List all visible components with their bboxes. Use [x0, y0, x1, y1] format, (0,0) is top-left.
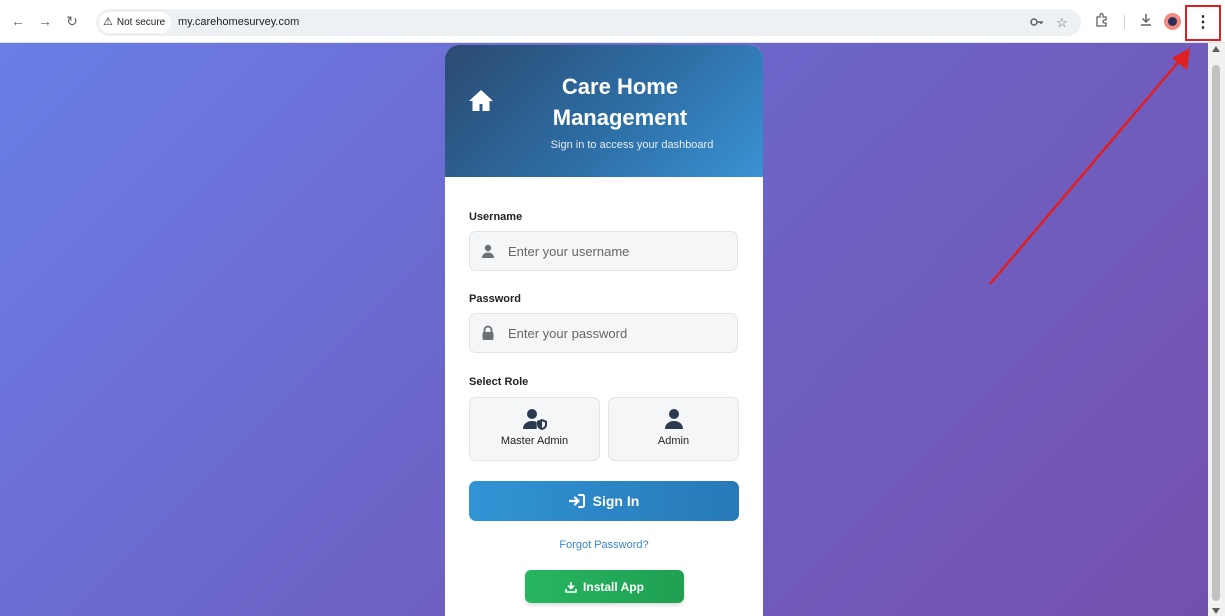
password-field[interactable] — [469, 313, 738, 353]
star-icon[interactable]: ☆ — [1053, 14, 1071, 32]
sign-in-label: Sign In — [592, 493, 640, 509]
scroll-up-arrow-icon[interactable] — [1212, 46, 1220, 52]
security-chip[interactable]: ⚠ Not secure — [99, 12, 172, 33]
page-scrollbar[interactable] — [1208, 43, 1225, 616]
role-option-admin[interactable]: Admin — [608, 397, 739, 461]
annotation-highlight-box — [1185, 5, 1221, 41]
scroll-down-arrow-icon[interactable] — [1212, 608, 1220, 614]
warning-icon: ⚠ — [103, 16, 113, 28]
user-icon — [664, 409, 683, 429]
role-option-label: Master Admin — [500, 435, 569, 447]
download-icon[interactable] — [1136, 12, 1156, 32]
security-label: Not secure — [116, 17, 166, 28]
user-icon — [482, 244, 494, 258]
user-shield-icon — [522, 409, 547, 430]
arrow-right-icon[interactable]: → — [36, 12, 54, 30]
install-app-button[interactable]: Install App — [525, 570, 684, 603]
username-label: Username — [469, 211, 523, 223]
scrollbar-thumb[interactable] — [1212, 65, 1220, 601]
sign-in-button[interactable]: Sign In — [469, 481, 739, 521]
url-text[interactable]: my.carehomesurvey.com — [178, 9, 299, 36]
address-bar[interactable]: ⚠ Not secure my.carehomesurvey.com ☆ — [96, 9, 1081, 36]
page-title: Care Home Management — [552, 74, 688, 130]
username-input[interactable] — [506, 232, 731, 270]
profile-avatar[interactable] — [1164, 13, 1181, 30]
sign-in-icon — [568, 494, 585, 508]
role-option-label: Admin — [657, 435, 690, 447]
download-icon — [565, 581, 577, 593]
role-option-master-admin[interactable]: Master Admin — [469, 397, 600, 461]
forgot-password-link[interactable]: Forgot Password? — [445, 539, 763, 551]
password-label: Password — [469, 293, 521, 305]
page-subtitle: Sign in to access your dashboard — [550, 139, 714, 151]
password-input[interactable] — [506, 314, 731, 352]
login-card: Care Home Management Sign in to access y… — [445, 45, 763, 616]
browser-toolbar: ← → ↻ ⚠ Not secure my.carehomesurvey.com… — [0, 0, 1225, 43]
username-field[interactable] — [469, 231, 738, 271]
arrow-left-icon[interactable]: ← — [9, 12, 27, 30]
home-icon — [469, 90, 493, 111]
role-label: Select Role — [469, 376, 529, 388]
reload-icon[interactable]: ↻ — [63, 12, 81, 30]
toolbar-divider — [1124, 15, 1125, 29]
key-icon[interactable] — [1028, 14, 1046, 32]
install-app-label: Install App — [583, 579, 644, 594]
extensions-icon[interactable] — [1092, 12, 1112, 32]
login-page: Care Home Management Sign in to access y… — [0, 43, 1208, 616]
card-header: Care Home Management Sign in to access y… — [445, 45, 763, 177]
lock-icon — [482, 325, 494, 340]
